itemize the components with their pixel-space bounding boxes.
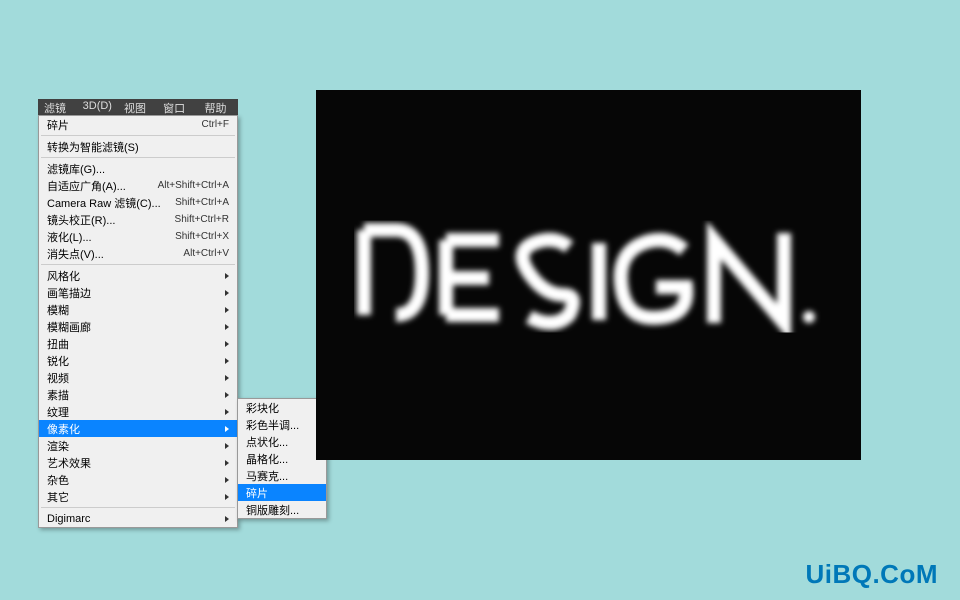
submenu-crystallize[interactable]: 晶格化... [238,450,326,467]
menu-label: 碎片 [47,117,202,133]
menu-brush-strokes[interactable]: 画笔描边 [39,284,237,301]
menu-label: 画笔描边 [47,285,225,301]
menu-label: 液化(L)... [47,229,175,245]
menu-camera-raw-filter[interactable]: Camera Raw 滤镜(C)... Shift+Ctrl+A [39,194,237,211]
menu-adaptive-wide-angle[interactable]: 自适应广角(A)... Alt+Shift+Ctrl+A [39,177,237,194]
menu-label: 滤镜库(G)... [47,161,229,177]
filter-dropdown: 碎片 Ctrl+F 转换为智能滤镜(S) 滤镜库(G)... 自适应广角(A).… [38,115,238,528]
menu-help[interactable]: 帮助(H) [198,99,238,115]
menu-filter[interactable]: 滤镜(T) [38,99,77,115]
menu-label: 杂色 [47,472,225,488]
chevron-right-icon [225,392,229,398]
menu-last-filter[interactable]: 碎片 Ctrl+F [39,116,237,133]
menubar: 滤镜(T) 3D(D) 视图(V) 窗口(W) 帮助(H) [38,99,238,115]
menu-label: 素描 [47,387,225,403]
menu-vanishing-point[interactable]: 消失点(V)... Alt+Ctrl+V [39,245,237,262]
menu-label: 碎片 [246,485,318,501]
menu-label: 风格化 [47,268,225,284]
menu-sharpen[interactable]: 锐化 [39,352,237,369]
menu-blur-gallery[interactable]: 模糊画廊 [39,318,237,335]
menu-label: 彩色半调... [246,417,318,433]
submenu-pointillize[interactable]: 点状化... [238,433,326,450]
menu-stylize[interactable]: 风格化 [39,267,237,284]
chevron-right-icon [225,290,229,296]
menu-label: 转换为智能滤镜(S) [47,139,229,155]
menu-other[interactable]: 其它 [39,488,237,505]
watermark-text: UiBQ.CoM [805,559,938,590]
chevron-right-icon [225,409,229,415]
submenu-color-halftone[interactable]: 彩色半调... [238,416,326,433]
submenu-fragment[interactable]: 碎片 [238,484,326,501]
menu-texture[interactable]: 纹理 [39,403,237,420]
menu-blur[interactable]: 模糊 [39,301,237,318]
menu-label: 其它 [47,489,225,505]
separator [41,157,235,158]
menu-3d[interactable]: 3D(D) [77,99,118,115]
separator [41,507,235,508]
menu-view[interactable]: 视图(V) [118,99,157,115]
menu-noise[interactable]: 杂色 [39,471,237,488]
menu-distort[interactable]: 扭曲 [39,335,237,352]
menu-label: 像素化 [47,421,225,437]
submenu-facet[interactable]: 彩块化 [238,399,326,416]
chevron-right-icon [225,358,229,364]
menu-label: 纹理 [47,404,225,420]
document-canvas [316,90,861,460]
menu-label: 铜版雕刻... [246,502,318,518]
chevron-right-icon [225,341,229,347]
menu-pixelate[interactable]: 像素化 [39,420,237,437]
design-text-graphic [354,195,824,355]
menu-shortcut: Ctrl+F [202,119,230,130]
menu-label: Camera Raw 滤镜(C)... [47,195,175,211]
menu-label: 自适应广角(A)... [47,178,158,194]
menu-render[interactable]: 渲染 [39,437,237,454]
pixelate-submenu: 彩块化 彩色半调... 点状化... 晶格化... 马赛克... 碎片 铜版雕刻… [237,398,327,519]
menu-label: 镜头校正(R)... [47,212,175,228]
chevron-right-icon [225,273,229,279]
chevron-right-icon [225,426,229,432]
separator [41,264,235,265]
menu-sketch[interactable]: 素描 [39,386,237,403]
menu-liquify[interactable]: 液化(L)... Shift+Ctrl+X [39,228,237,245]
chevron-right-icon [225,443,229,449]
menu-label: 晶格化... [246,451,318,467]
menu-shortcut: Alt+Shift+Ctrl+A [158,180,229,191]
chevron-right-icon [225,494,229,500]
chevron-right-icon [225,375,229,381]
menu-label: 锐化 [47,353,225,369]
menu-label: 渲染 [47,438,225,454]
menu-lens-correction[interactable]: 镜头校正(R)... Shift+Ctrl+R [39,211,237,228]
submenu-mezzotint[interactable]: 铜版雕刻... [238,501,326,518]
menu-shortcut: Alt+Ctrl+V [183,248,229,259]
menu-digimarc[interactable]: Digimarc [39,510,237,527]
menu-artistic[interactable]: 艺术效果 [39,454,237,471]
menu-shortcut: Shift+Ctrl+A [175,197,229,208]
menu-label: 点状化... [246,434,318,450]
menu-label: 马赛克... [246,468,318,484]
separator [41,135,235,136]
menu-shortcut: Shift+Ctrl+R [175,214,229,225]
chevron-right-icon [225,324,229,330]
menu-label: 扭曲 [47,336,225,352]
menu-label: Digimarc [47,513,225,525]
menu-window[interactable]: 窗口(W) [157,99,198,115]
menu-label: 消失点(V)... [47,246,183,262]
menu-label: 彩块化 [246,400,318,416]
chevron-right-icon [225,516,229,522]
menu-label: 模糊画廊 [47,319,225,335]
menu-convert-smart-filters[interactable]: 转换为智能滤镜(S) [39,138,237,155]
chevron-right-icon [225,307,229,313]
menu-shortcut: Shift+Ctrl+X [175,231,229,242]
chevron-right-icon [225,477,229,483]
menu-label: 艺术效果 [47,455,225,471]
submenu-mosaic[interactable]: 马赛克... [238,467,326,484]
menu-label: 视频 [47,370,225,386]
menu-video[interactable]: 视频 [39,369,237,386]
menu-label: 模糊 [47,302,225,318]
menu-filter-gallery[interactable]: 滤镜库(G)... [39,160,237,177]
chevron-right-icon [225,460,229,466]
